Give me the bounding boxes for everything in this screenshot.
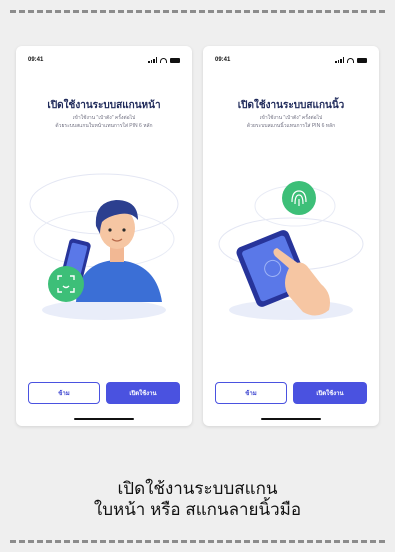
skip-button[interactable]: ข้าม: [28, 382, 100, 404]
enable-button[interactable]: เปิดใช้งาน: [106, 382, 180, 404]
wifi-icon: [160, 57, 167, 63]
page-title: เปิดใช้งานระบบสแกนนิ้ว: [237, 100, 345, 111]
enable-button[interactable]: เปิดใช้งาน: [293, 382, 367, 404]
status-bar: 09:41: [28, 57, 180, 67]
signal-icon: [335, 57, 344, 63]
person-eye: [108, 228, 112, 232]
person-eye: [122, 228, 126, 232]
description-line: ด้วยระบบสแกนนิ้วแทนการใส่ PIN 6 หลัก: [246, 123, 336, 129]
fingerprint-illustration: [218, 181, 364, 320]
fingerprint-scan-screen: 09:41 เปิดใช้งานระบบสแกนนิ้ว เข้าใช้งาน …: [203, 46, 379, 426]
system-icons: [335, 57, 367, 63]
system-icons: [148, 57, 180, 63]
status-time: 09:41: [28, 57, 44, 63]
platform-shadow: [229, 300, 353, 320]
page-title: เปิดใช้งานระบบสแกนหน้า: [47, 100, 161, 111]
description-line: เข้าใช้งาน "เป๋าตัง" ครั้งต่อไป: [259, 115, 323, 121]
face-scan-screen: 09:41 เปิดใช้งานระบบสแกนหน้า เข้าใช้งาน …: [16, 46, 192, 426]
dashed-divider-bottom: [10, 540, 385, 543]
battery-icon: [170, 57, 180, 63]
face-scan-illustration: [29, 173, 179, 320]
fingerprint-icon: [282, 181, 316, 215]
platform-shadow: [42, 300, 166, 320]
description-line: เข้าใช้งาน "เป๋าตัง" ครั้งต่อไป: [72, 115, 136, 121]
page-description: เข้าใช้งาน "เป๋าตัง" ครั้งต่อไป ด้วยระบบ…: [211, 114, 371, 130]
wifi-icon: [347, 57, 354, 63]
dashed-divider-top: [10, 10, 385, 13]
face-scan-icon: [48, 266, 84, 302]
skip-button[interactable]: ข้าม: [215, 382, 287, 404]
home-indicator: [74, 418, 134, 420]
home-indicator: [261, 418, 321, 420]
onboarding-card: 09:41 เปิดใช้งานระบบสแกนหน้า เข้าใช้งาน …: [0, 0, 395, 552]
battery-icon: [357, 57, 367, 63]
signal-icon: [148, 57, 157, 63]
feature-caption: เปิดใช้งานระบบสแกน ใบหน้า หรือ สแกนลายนิ…: [0, 478, 395, 520]
caption-line: ใบหน้า หรือ สแกนลายนิ้วมือ: [93, 500, 302, 519]
status-time: 09:41: [215, 57, 231, 63]
page-description: เข้าใช้งาน "เป๋าตัง" ครั้งต่อไป ด้วยระบบ…: [24, 114, 184, 130]
status-bar: 09:41: [215, 57, 367, 67]
description-line: ด้วยระบบสแกนใบหน้าแทนการใส่ PIN 6 หลัก: [55, 123, 153, 129]
caption-line: เปิดใช้งานระบบสแกน: [117, 479, 278, 498]
